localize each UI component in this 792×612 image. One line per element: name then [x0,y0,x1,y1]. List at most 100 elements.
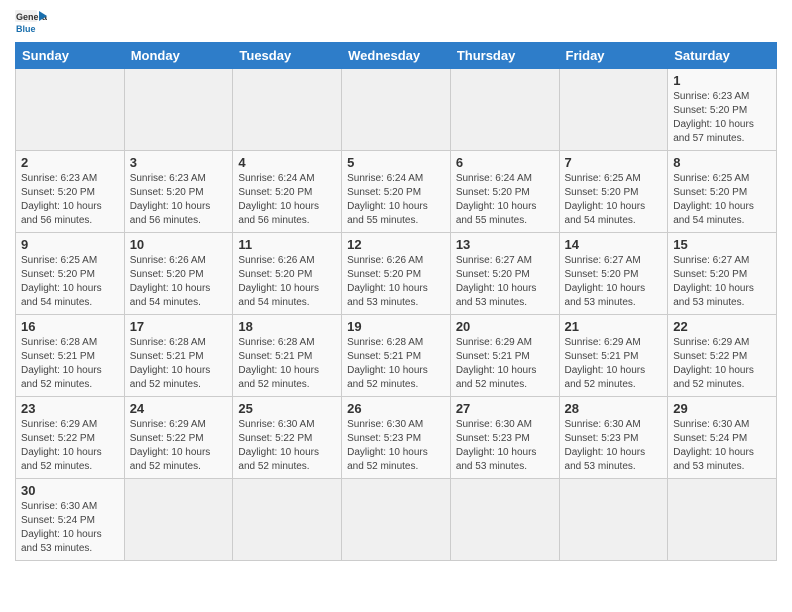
header-friday: Friday [559,43,668,69]
day-info: Sunrise: 6:30 AM Sunset: 5:23 PM Dayligh… [347,418,445,474]
day-number: 24 [130,401,228,416]
day-info: Sunrise: 6:23 AM Sunset: 5:20 PM Dayligh… [21,172,119,228]
day-number: 1 [673,73,771,88]
day-info: Sunrise: 6:24 AM Sunset: 5:20 PM Dayligh… [238,172,336,228]
calendar-cell: 4 Sunrise: 6:24 AM Sunset: 5:20 PM Daylig… [233,151,342,233]
calendar-cell: 12 Sunrise: 6:26 AM Sunset: 5:20 PM Dayli… [342,233,451,315]
header-monday: Monday [124,43,233,69]
calendar-cell: 27Sunrise: 6:30 AM Sunset: 5:23 PM Dayli… [450,397,559,479]
week-row-5: 30Sunrise: 6:30 AM Sunset: 5:24 PM Dayli… [16,479,777,561]
day-info: Sunrise: 6:30 AM Sunset: 5:24 PM Dayligh… [21,500,119,556]
calendar-cell [124,479,233,561]
day-number: 20 [456,319,554,334]
day-number: 21 [565,319,663,334]
week-row-4: 23 Sunrise: 6:29 AM Sunset: 5:22 PM Dayli… [16,397,777,479]
calendar-cell: 26 Sunrise: 6:30 AM Sunset: 5:23 PM Dayli… [342,397,451,479]
day-number: 4 [238,155,336,170]
calendar-cell: 25 Sunrise: 6:30 AM Sunset: 5:22 PM Dayli… [233,397,342,479]
day-info: Sunrise: 6:29 AM Sunset: 5:22 PM Dayligh… [673,336,771,392]
calendar-cell: 18 Sunrise: 6:28 AM Sunset: 5:21 PM Dayli… [233,315,342,397]
day-info: Sunrise: 6:28 AM Sunset: 5:21 PM Dayligh… [21,336,119,392]
header-sunday: Sunday [16,43,125,69]
day-number: 8 [673,155,771,170]
week-row-0: 1 Sunrise: 6:23 AM Sunset: 5:20 PM Daylig… [16,69,777,151]
calendar-cell [233,69,342,151]
day-number: 5 [347,155,445,170]
logo: General Blue [15,10,47,36]
calendar-cell [559,69,668,151]
day-info: Sunrise: 6:25 AM Sunset: 5:20 PM Dayligh… [21,254,119,310]
day-info: Sunrise: 6:30 AM Sunset: 5:22 PM Dayligh… [238,418,336,474]
day-info: Sunrise: 6:30 AM Sunset: 5:23 PM Dayligh… [565,418,663,474]
header-thursday: Thursday [450,43,559,69]
calendar-cell: 9Sunrise: 6:25 AM Sunset: 5:20 PM Daylig… [16,233,125,315]
day-number: 29 [673,401,771,416]
day-info: Sunrise: 6:25 AM Sunset: 5:20 PM Dayligh… [673,172,771,228]
day-info: Sunrise: 6:28 AM Sunset: 5:21 PM Dayligh… [130,336,228,392]
day-info: Sunrise: 6:26 AM Sunset: 5:20 PM Dayligh… [347,254,445,310]
day-info: Sunrise: 6:29 AM Sunset: 5:22 PM Dayligh… [130,418,228,474]
calendar-cell: 28 Sunrise: 6:30 AM Sunset: 5:23 PM Dayli… [559,397,668,479]
day-number: 19 [347,319,445,334]
header: General Blue [15,10,777,36]
header-row: SundayMondayTuesdayWednesdayThursdayFrid… [16,43,777,69]
calendar-cell: 7Sunrise: 6:25 AM Sunset: 5:20 PM Daylig… [559,151,668,233]
calendar-cell: 8 Sunrise: 6:25 AM Sunset: 5:20 PM Daylig… [668,151,777,233]
day-number: 17 [130,319,228,334]
calendar-cell [16,69,125,151]
calendar-cell [559,479,668,561]
day-number: 6 [456,155,554,170]
day-info: Sunrise: 6:24 AM Sunset: 5:20 PM Dayligh… [347,172,445,228]
day-number: 11 [238,237,336,252]
calendar-cell: 16 Sunrise: 6:28 AM Sunset: 5:21 PM Dayli… [16,315,125,397]
day-number: 16 [21,319,119,334]
calendar-cell: 22 Sunrise: 6:29 AM Sunset: 5:22 PM Dayli… [668,315,777,397]
calendar-cell [342,479,451,561]
calendar-cell: 19Sunrise: 6:28 AM Sunset: 5:21 PM Dayli… [342,315,451,397]
day-number: 13 [456,237,554,252]
day-number: 23 [21,401,119,416]
day-info: Sunrise: 6:26 AM Sunset: 5:20 PM Dayligh… [238,254,336,310]
calendar-cell: 6Sunrise: 6:24 AM Sunset: 5:20 PM Daylig… [450,151,559,233]
day-info: Sunrise: 6:29 AM Sunset: 5:22 PM Dayligh… [21,418,119,474]
calendar-cell: 2Sunrise: 6:23 AM Sunset: 5:20 PM Daylig… [16,151,125,233]
calendar-cell: 11 Sunrise: 6:26 AM Sunset: 5:20 PM Dayli… [233,233,342,315]
header-tuesday: Tuesday [233,43,342,69]
day-info: Sunrise: 6:27 AM Sunset: 5:20 PM Dayligh… [456,254,554,310]
day-info: Sunrise: 6:27 AM Sunset: 5:20 PM Dayligh… [565,254,663,310]
day-info: Sunrise: 6:30 AM Sunset: 5:23 PM Dayligh… [456,418,554,474]
day-number: 7 [565,155,663,170]
day-number: 25 [238,401,336,416]
calendar-cell: 13 Sunrise: 6:27 AM Sunset: 5:20 PM Dayli… [450,233,559,315]
calendar-cell: 29 Sunrise: 6:30 AM Sunset: 5:24 PM Dayli… [668,397,777,479]
day-info: Sunrise: 6:29 AM Sunset: 5:21 PM Dayligh… [565,336,663,392]
day-info: Sunrise: 6:30 AM Sunset: 5:24 PM Dayligh… [673,418,771,474]
day-info: Sunrise: 6:23 AM Sunset: 5:20 PM Dayligh… [673,90,771,146]
logo-svg: General Blue [15,10,47,36]
day-number: 12 [347,237,445,252]
calendar-cell: 17 Sunrise: 6:28 AM Sunset: 5:21 PM Dayli… [124,315,233,397]
calendar-cell: 1 Sunrise: 6:23 AM Sunset: 5:20 PM Daylig… [668,69,777,151]
calendar-cell: 14 Sunrise: 6:27 AM Sunset: 5:20 PM Dayli… [559,233,668,315]
day-number: 14 [565,237,663,252]
calendar-cell: 21 Sunrise: 6:29 AM Sunset: 5:21 PM Dayli… [559,315,668,397]
calendar-cell: 24 Sunrise: 6:29 AM Sunset: 5:22 PM Dayli… [124,397,233,479]
day-info: Sunrise: 6:23 AM Sunset: 5:20 PM Dayligh… [130,172,228,228]
day-info: Sunrise: 6:26 AM Sunset: 5:20 PM Dayligh… [130,254,228,310]
day-info: Sunrise: 6:28 AM Sunset: 5:21 PM Dayligh… [238,336,336,392]
svg-text:Blue: Blue [16,24,36,34]
day-number: 18 [238,319,336,334]
day-info: Sunrise: 6:29 AM Sunset: 5:21 PM Dayligh… [456,336,554,392]
week-row-3: 16 Sunrise: 6:28 AM Sunset: 5:21 PM Dayli… [16,315,777,397]
day-number: 28 [565,401,663,416]
calendar-cell [233,479,342,561]
calendar-cell: 15Sunrise: 6:27 AM Sunset: 5:20 PM Dayli… [668,233,777,315]
calendar-cell: 20 Sunrise: 6:29 AM Sunset: 5:21 PM Dayli… [450,315,559,397]
calendar-cell: 23 Sunrise: 6:29 AM Sunset: 5:22 PM Dayli… [16,397,125,479]
calendar-cell: 10Sunrise: 6:26 AM Sunset: 5:20 PM Dayli… [124,233,233,315]
calendar-cell: 5 Sunrise: 6:24 AM Sunset: 5:20 PM Daylig… [342,151,451,233]
day-number: 22 [673,319,771,334]
day-number: 26 [347,401,445,416]
header-saturday: Saturday [668,43,777,69]
calendar-cell [668,479,777,561]
